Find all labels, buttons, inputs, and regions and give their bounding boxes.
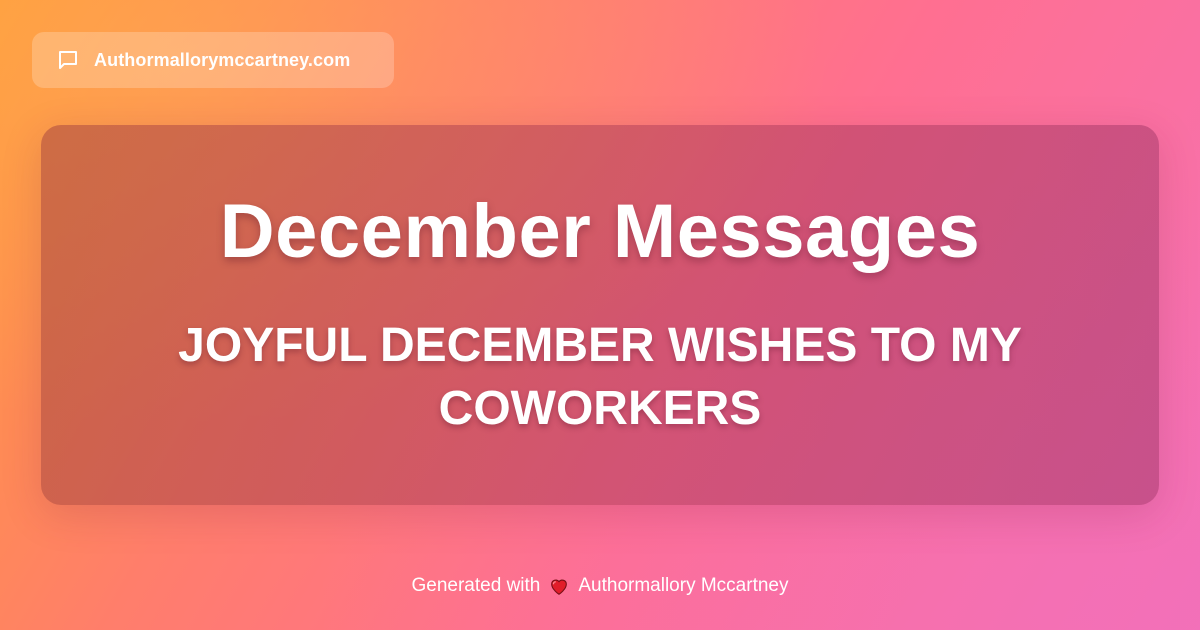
footer-prefix: Generated with xyxy=(411,575,541,596)
page-subtitle: JOYFUL DECEMBER WISHES TO MY COWORKERS xyxy=(178,319,1022,435)
message-card: December Messages JOYFUL DECEMBER WISHES… xyxy=(41,125,1159,505)
footer-author: Authormallory Mccartney xyxy=(578,575,789,596)
page-title: December Messages xyxy=(219,188,981,274)
site-link[interactable]: Authormallorymccartney.com xyxy=(32,32,394,88)
site-name: Authormallorymccartney.com xyxy=(94,49,351,70)
heart-icon xyxy=(548,575,570,597)
chat-bubble-icon xyxy=(56,48,80,72)
footer-credit: Generated with Authormallory Mccartney xyxy=(0,575,1200,597)
